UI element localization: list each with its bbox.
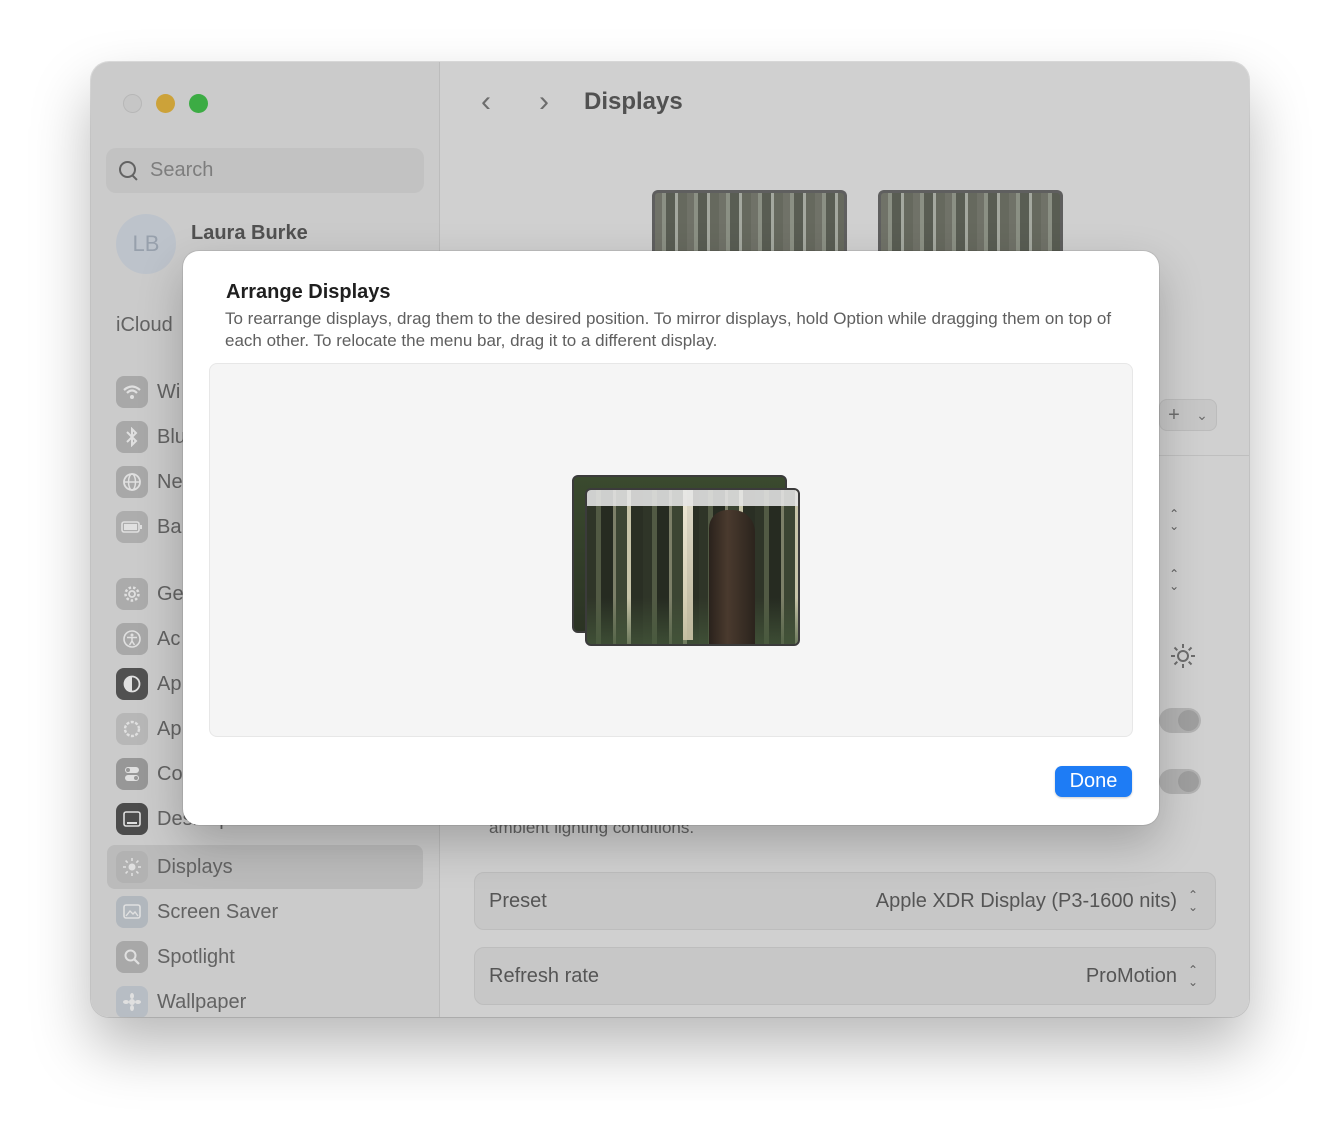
- arrange-displays-sheet: Arrange Displays To rearrange displays, …: [183, 251, 1159, 825]
- display-arrangement-tile-main[interactable]: [585, 488, 800, 646]
- done-button[interactable]: Done: [1055, 766, 1132, 797]
- forest-trunk: [709, 510, 755, 644]
- menu-bar-handle[interactable]: [587, 490, 798, 506]
- sheet-title: Arrange Displays: [226, 281, 391, 303]
- forest-light: [683, 490, 693, 640]
- display-arrangement-area: [209, 363, 1133, 737]
- sheet-description: To rearrange displays, drag them to the …: [225, 309, 1112, 350]
